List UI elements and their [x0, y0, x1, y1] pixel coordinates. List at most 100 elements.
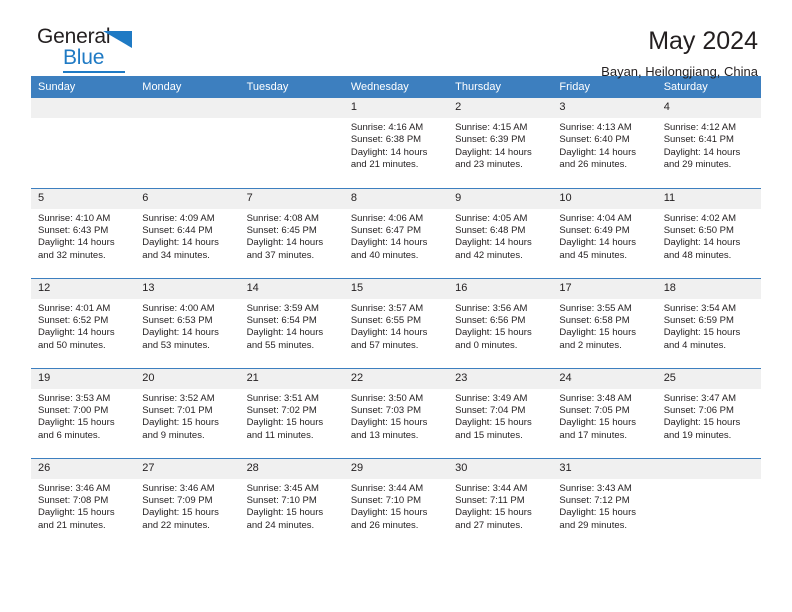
day-details: Sunrise: 3:44 AM Sunset: 7:10 PM Daylight:… — [344, 479, 448, 533]
sunrise-text: Sunrise: 3:45 AM — [246, 482, 319, 494]
day-details: Sunrise: 3:46 AM Sunset: 7:08 PM Daylight:… — [31, 479, 135, 533]
daylight-text: Daylight: 15 hours — [455, 327, 532, 339]
calendar-page: General Blue May 2024 Bayan, Heilongjian… — [0, 0, 792, 612]
calendar-day-cell[interactable]: 5 Sunrise: 4:10 AM Sunset: 6:43 PM Daylight… — [31, 187, 136, 278]
day-number: 7 — [239, 188, 344, 209]
calendar-day-cell[interactable]: 7 Sunrise: 4:08 AM Sunset: 6:45 PM Daylight… — [239, 187, 344, 278]
daylight-text: and 26 minutes. — [559, 159, 628, 171]
day-number: 11 — [656, 188, 761, 209]
daylight-text: and 57 minutes. — [350, 339, 419, 351]
daylight-text: and 32 minutes. — [38, 249, 106, 261]
calendar-day-cell[interactable]: 9 Sunrise: 4:05 AM Sunset: 6:48 PM Daylight… — [448, 187, 553, 278]
calendar-day-cell-empty — [656, 457, 761, 548]
sunset-text: Sunset: 6:55 PM — [350, 314, 422, 326]
day-number: 17 — [552, 278, 657, 299]
daylight-text: and 2 minutes. — [559, 339, 622, 351]
day-number: 24 — [552, 368, 657, 389]
calendar-day-cell[interactable]: 22 Sunrise: 3:50 AM Sunset: 7:03 PM Dayligh… — [343, 367, 449, 458]
calendar-day-cell[interactable]: 4 Sunrise: 4:12 AM Sunset: 6:41 PM Daylight… — [656, 98, 761, 188]
daylight-text: Daylight: 14 hours — [142, 327, 219, 339]
day-number: 12 — [31, 278, 136, 299]
sunset-text: Sunset: 6:40 PM — [559, 134, 630, 146]
sunset-text: Sunset: 7:02 PM — [246, 404, 317, 416]
calendar-day-cell[interactable]: 24 Sunrise: 3:48 AM Sunset: 7:05 PM Dayligh… — [552, 367, 657, 458]
daylight-text: Daylight: 14 hours — [142, 237, 219, 249]
daylight-text: Daylight: 14 hours — [38, 327, 115, 339]
day-number: 2 — [448, 98, 553, 118]
brand-logo[interactable]: General Blue — [31, 26, 151, 73]
calendar-day-cell[interactable]: 29 Sunrise: 3:44 AM Sunset: 7:10 PM Dayligh… — [343, 457, 449, 548]
calendar-day-cell[interactable]: 19 Sunrise: 3:53 AM Sunset: 7:00 PM Dayligh… — [31, 367, 136, 458]
day-details — [657, 479, 761, 483]
day-details: Sunrise: 3:49 AM Sunset: 7:04 PM Daylight:… — [448, 389, 552, 443]
daylight-text: Daylight: 14 hours — [559, 237, 636, 249]
sunrise-text: Sunrise: 4:10 AM — [38, 212, 111, 224]
calendar-day-cell[interactable]: 16 Sunrise: 3:56 AM Sunset: 6:56 PM Dayligh… — [448, 277, 553, 368]
daylight-text: and 34 minutes. — [142, 249, 210, 261]
calendar-day-cell-empty — [135, 98, 240, 188]
day-details: Sunrise: 4:02 AM Sunset: 6:50 PM Daylight:… — [657, 209, 761, 263]
sunset-text: Sunset: 7:05 PM — [559, 404, 630, 416]
calendar-day-cell[interactable]: 20 Sunrise: 3:52 AM Sunset: 7:01 PM Dayligh… — [135, 367, 240, 458]
calendar-day-cell[interactable]: 1 Sunrise: 4:16 AM Sunset: 6:38 PM Daylight… — [343, 98, 449, 188]
weekday-header-tuesday: Tuesday — [239, 76, 344, 98]
calendar-day-cell[interactable]: 30 Sunrise: 3:44 AM Sunset: 7:11 PM Dayligh… — [448, 457, 553, 548]
calendar-day-cell[interactable]: 3 Sunrise: 4:13 AM Sunset: 6:40 PM Daylight… — [552, 98, 657, 188]
day-details: Sunrise: 3:57 AM Sunset: 6:55 PM Daylight:… — [344, 299, 448, 353]
day-number — [239, 98, 344, 118]
day-details: Sunrise: 3:51 AM Sunset: 7:02 PM Daylight:… — [240, 389, 344, 443]
sunrise-text: Sunrise: 3:59 AM — [246, 302, 319, 314]
day-number: 21 — [239, 368, 344, 389]
sunrise-text: Sunrise: 3:52 AM — [142, 392, 215, 404]
calendar-day-cell[interactable]: 12 Sunrise: 4:01 AM Sunset: 6:52 PM Dayligh… — [31, 277, 136, 368]
daylight-text: Daylight: 14 hours — [455, 237, 532, 249]
sunset-text: Sunset: 7:01 PM — [142, 404, 213, 416]
calendar-day-cell[interactable]: 14 Sunrise: 3:59 AM Sunset: 6:54 PM Dayligh… — [239, 277, 344, 368]
sunrise-text: Sunrise: 4:16 AM — [350, 122, 424, 133]
calendar-day-cell[interactable]: 11 Sunrise: 4:02 AM Sunset: 6:50 PM Dayligh… — [656, 187, 761, 278]
calendar-day-cell[interactable]: 8 Sunrise: 4:06 AM Sunset: 6:47 PM Daylight… — [343, 187, 449, 278]
daylight-text: Daylight: 15 hours — [559, 327, 636, 339]
calendar-day-cell[interactable]: 23 Sunrise: 3:49 AM Sunset: 7:04 PM Dayligh… — [448, 367, 553, 458]
sunset-text: Sunset: 6:38 PM — [350, 134, 422, 146]
calendar-week-row: 19 Sunrise: 3:53 AM Sunset: 7:00 PM Dayligh… — [31, 367, 761, 458]
sunset-text: Sunset: 7:04 PM — [455, 404, 526, 416]
day-number — [31, 98, 136, 118]
calendar-day-cell[interactable]: 2 Sunrise: 4:15 AM Sunset: 6:39 PM Daylight… — [448, 98, 553, 188]
day-details: Sunrise: 4:06 AM Sunset: 6:47 PM Daylight:… — [344, 209, 448, 263]
day-details: Sunrise: 4:12 AM Sunset: 6:41 PM Daylight:… — [657, 118, 761, 172]
day-details — [240, 118, 344, 122]
weekday-header-sunday: Sunday — [31, 76, 136, 98]
sunrise-text: Sunrise: 4:13 AM — [559, 122, 632, 133]
day-details: Sunrise: 3:53 AM Sunset: 7:00 PM Daylight:… — [31, 389, 135, 443]
day-details: Sunrise: 4:09 AM Sunset: 6:44 PM Daylight:… — [135, 209, 239, 263]
logo-text-blue: Blue — [63, 46, 105, 69]
calendar-day-cell[interactable]: 17 Sunrise: 3:55 AM Sunset: 6:58 PM Dayligh… — [552, 277, 657, 368]
day-details — [31, 118, 135, 122]
daylight-text: and 15 minutes. — [455, 429, 523, 441]
calendar-day-cell[interactable]: 31 Sunrise: 3:43 AM Sunset: 7:12 PM Dayligh… — [552, 457, 657, 548]
calendar-day-cell[interactable]: 28 Sunrise: 3:45 AM Sunset: 7:10 PM Dayligh… — [239, 457, 344, 548]
day-details: Sunrise: 3:55 AM Sunset: 6:58 PM Daylight:… — [552, 299, 656, 353]
daylight-text: Daylight: 15 hours — [455, 507, 532, 519]
calendar-day-cell[interactable]: 15 Sunrise: 3:57 AM Sunset: 6:55 PM Dayligh… — [343, 277, 449, 368]
day-number: 6 — [135, 188, 240, 209]
calendar-day-cell[interactable]: 10 Sunrise: 4:04 AM Sunset: 6:49 PM Dayligh… — [552, 187, 657, 278]
calendar-day-cell[interactable]: 18 Sunrise: 3:54 AM Sunset: 6:59 PM Dayligh… — [656, 277, 761, 368]
calendar-day-cell[interactable]: 13 Sunrise: 4:00 AM Sunset: 6:53 PM Dayligh… — [135, 277, 240, 368]
calendar-day-cell[interactable]: 26 Sunrise: 3:46 AM Sunset: 7:08 PM Dayligh… — [31, 457, 136, 548]
daylight-text: and 17 minutes. — [559, 429, 628, 441]
sunrise-text: Sunrise: 3:43 AM — [559, 482, 632, 494]
daylight-text: and 37 minutes. — [246, 249, 315, 261]
calendar-day-cell[interactable]: 25 Sunrise: 3:47 AM Sunset: 7:06 PM Dayligh… — [656, 367, 761, 458]
sunset-text: Sunset: 6:53 PM — [142, 314, 213, 326]
day-number: 16 — [448, 278, 553, 299]
calendar-day-cell[interactable]: 27 Sunrise: 3:46 AM Sunset: 7:09 PM Dayligh… — [135, 457, 240, 548]
sunrise-text: Sunrise: 3:49 AM — [455, 392, 528, 404]
daylight-text: Daylight: 15 hours — [559, 417, 636, 429]
daylight-text: and 11 minutes. — [246, 429, 314, 441]
calendar-day-cell[interactable]: 6 Sunrise: 4:09 AM Sunset: 6:44 PM Daylight… — [135, 187, 240, 278]
calendar-day-cell[interactable]: 21 Sunrise: 3:51 AM Sunset: 7:02 PM Dayligh… — [239, 367, 344, 458]
day-details: Sunrise: 3:43 AM Sunset: 7:12 PM Daylight:… — [552, 479, 656, 533]
day-number — [656, 458, 761, 479]
